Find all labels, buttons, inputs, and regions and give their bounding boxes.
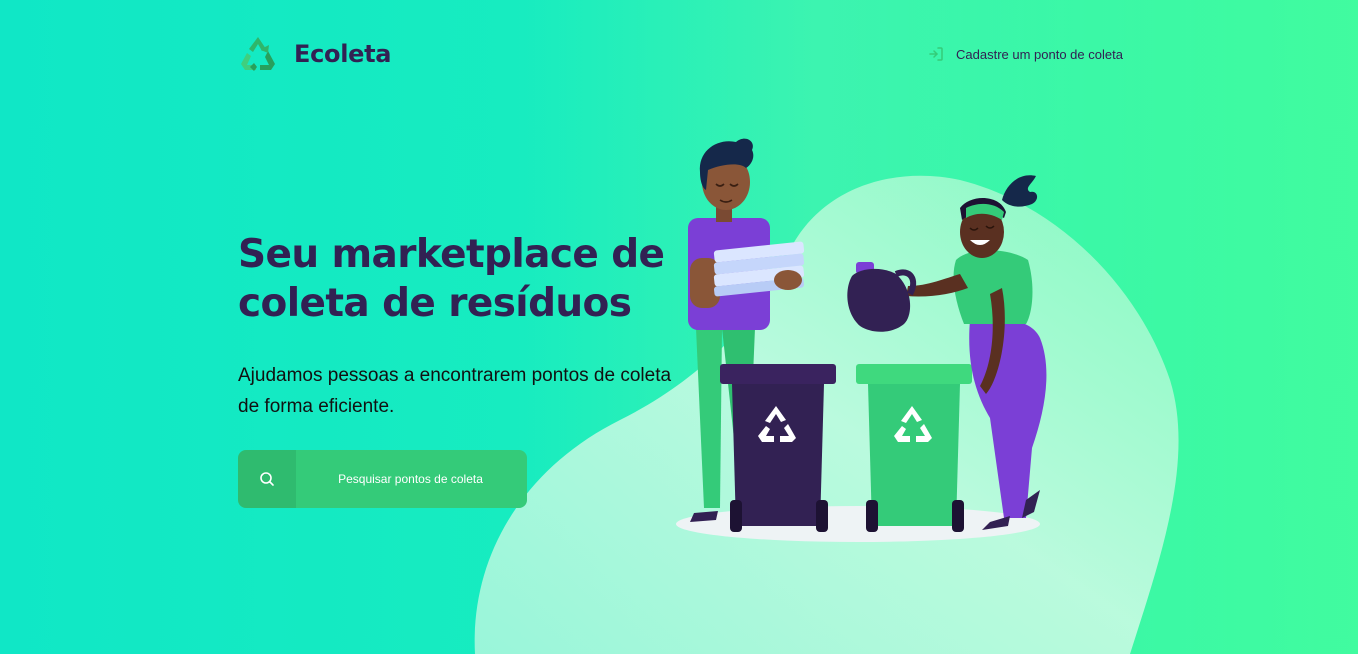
signup-link[interactable]: Cadastre um ponto de coleta (928, 46, 1123, 62)
search-icon-container (238, 450, 296, 508)
signup-link-label: Cadastre um ponto de coleta (956, 46, 1123, 62)
page-subtitle: Ajudamos pessoas a encontrarem pontos de… (238, 360, 688, 422)
title-line-2: coleta de resíduos (238, 281, 632, 326)
search-points-button[interactable]: Pesquisar pontos de coleta (238, 450, 527, 508)
subtitle-line-2: de forma eficiente. (238, 396, 395, 417)
search-button-label: Pesquisar pontos de coleta (338, 472, 483, 486)
brand-name: Ecoleta (294, 40, 392, 68)
landing-page: Ecoleta Cadastre um ponto de coleta Seu … (0, 0, 1358, 654)
green-recycling-bin (856, 364, 972, 532)
recycling-people-illustration (676, 138, 1047, 542)
page-title: Seu marketplace de coleta de resíduos (238, 230, 678, 328)
logo[interactable]: Ecoleta (238, 34, 391, 74)
subtitle-line-1: Ajudamos pessoas a encontrarem pontos de… (238, 365, 672, 386)
jug (847, 262, 917, 332)
search-icon (260, 472, 274, 486)
log-in-icon (929, 47, 943, 61)
recycle-icon (241, 37, 275, 71)
title-line-1: Seu marketplace de (238, 232, 665, 277)
dark-recycling-bin (720, 364, 836, 532)
